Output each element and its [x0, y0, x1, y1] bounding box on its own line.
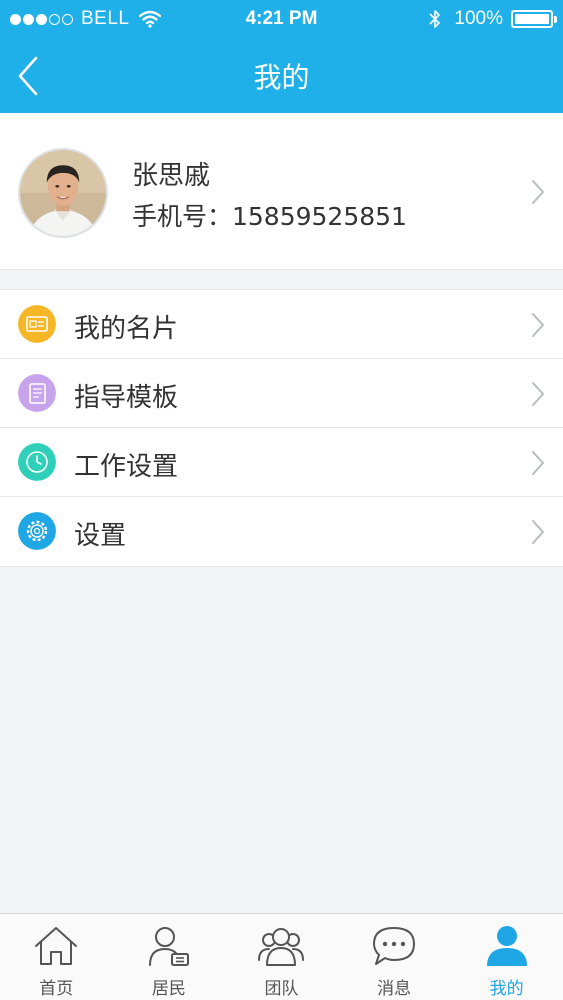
chevron-right-icon: [532, 451, 544, 475]
resident-icon: [148, 927, 189, 966]
gear-icon: [18, 512, 56, 550]
message-icon: [373, 927, 416, 965]
tab-label: 消息: [377, 979, 412, 999]
battery-icon: [511, 10, 557, 28]
tab-label: 团队: [264, 979, 299, 999]
document-template-icon: [18, 374, 56, 412]
chevron-right-icon: [532, 180, 544, 204]
person-icon: [486, 926, 527, 966]
user-photo: [20, 150, 106, 236]
tab-home[interactable]: 首页: [0, 914, 113, 1000]
page-title: 我的: [253, 61, 310, 94]
menu-item-business-card[interactable]: 我的名片: [0, 290, 563, 359]
nav-bar: 我的: [0, 40, 563, 113]
tab-mine[interactable]: 我的: [450, 914, 563, 1000]
menu-item-label: 工作设置: [74, 452, 179, 482]
menu-item-work-settings[interactable]: 工作设置: [0, 428, 563, 497]
status-right: 100%: [428, 8, 557, 30]
chevron-right-icon: [532, 313, 544, 337]
tab-label: 我的: [489, 979, 524, 999]
home-icon: [35, 927, 78, 965]
clock-icon: [18, 443, 56, 481]
avatar: [18, 148, 108, 238]
menu-item-settings[interactable]: 设置: [0, 497, 563, 566]
tab-team[interactable]: 团队: [225, 914, 338, 1000]
menu-item-label: 指导模板: [74, 383, 179, 413]
menu-item-label: 我的名片: [74, 314, 179, 344]
menu-item-label: 设置: [74, 521, 127, 551]
status-bar: BELL 4:21 PM 100%: [0, 0, 563, 40]
menu-item-guide-template[interactable]: 指导模板: [0, 359, 563, 428]
tab-bar: 首页 居民 团队 消息 我的: [0, 913, 563, 1000]
tab-label: 首页: [39, 979, 74, 999]
tab-label: 居民: [151, 979, 186, 999]
battery-percent: 100%: [454, 8, 503, 29]
profile-name: 张思戚: [132, 161, 211, 191]
settings-menu: 我的名片 指导模板 工作设置 设置: [0, 289, 563, 567]
profile-card[interactable]: 张思戚 手机号：15859525851: [0, 113, 563, 270]
chevron-right-icon: [532, 382, 544, 406]
chevron-right-icon: [532, 520, 544, 544]
team-icon: [258, 928, 305, 966]
tab-residents[interactable]: 居民: [113, 914, 226, 1000]
tab-messages[interactable]: 消息: [338, 914, 451, 1000]
business-card-icon: [18, 305, 56, 343]
profile-phone: 手机号：15859525851: [132, 202, 407, 231]
bluetooth-icon: [429, 10, 441, 28]
